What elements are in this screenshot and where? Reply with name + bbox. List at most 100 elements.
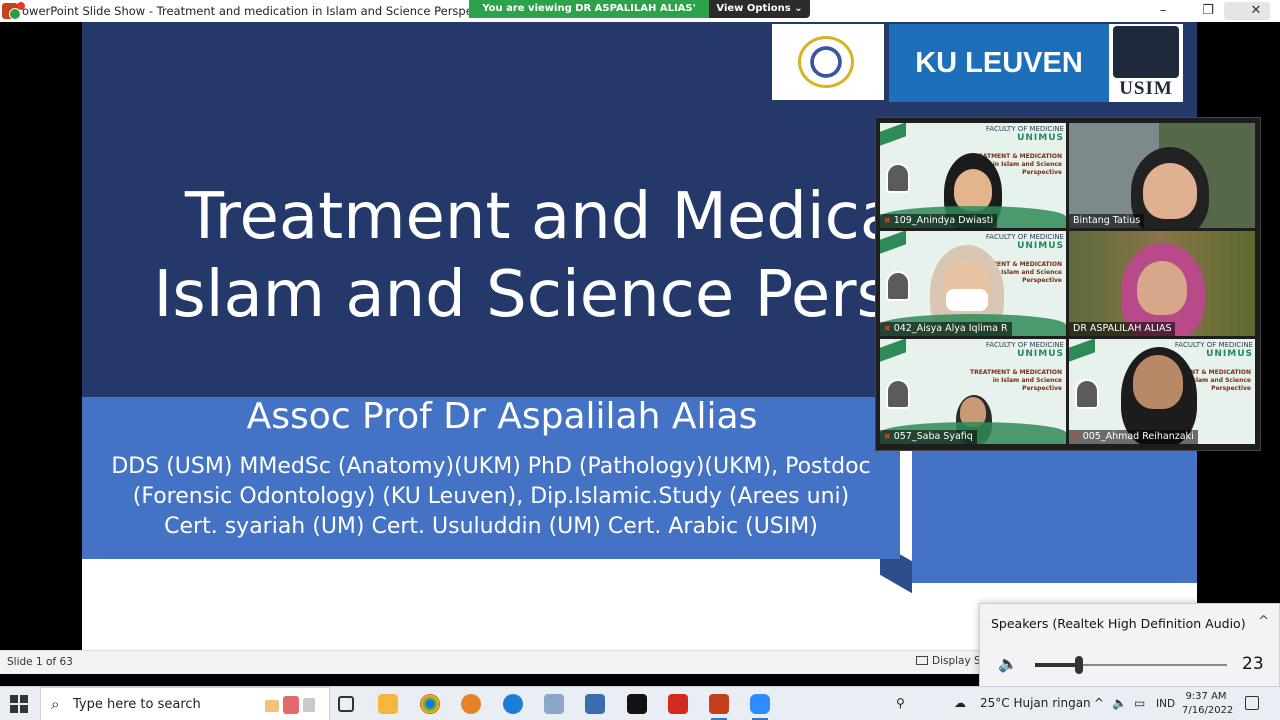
tile-uni-text: UNIMUS [1017,241,1064,251]
powerpoint-taskbar-icon[interactable] [709,694,729,714]
maximize-button[interactable]: ❐ [1188,0,1228,22]
minimize-button[interactable]: – [1143,0,1183,22]
speaker-icon[interactable]: 🔈 [998,654,1018,673]
input-language[interactable]: IND [1156,698,1175,710]
speaker-photo [886,271,910,301]
acrobat-icon[interactable] [668,694,688,714]
usim-logo: USIM [1109,24,1183,102]
weather-text[interactable]: 25°C Hujan ringan [980,696,1091,710]
edge-icon[interactable] [503,694,523,714]
search-icon: ⌕ [51,695,60,713]
chevron-up-icon[interactable]: ^ [1094,696,1104,710]
participant-name-text: 005_Ahmad Reihanzaki [1082,431,1194,442]
tile-topic-line-2: in Islam and Science [992,377,1062,384]
mic-muted-icon: ✖ [884,216,891,225]
screen-share-banner: You are viewing DR ASPALILAH ALIAS' scre… [469,0,709,32]
volume-level: 23 [1242,654,1264,674]
mic-muted-icon: ✖ [884,432,891,441]
slide-title-line-1: Treatment and Medica [184,180,900,254]
tile-decoration [880,339,906,362]
tile-decoration [880,123,906,146]
participant-face [954,169,992,211]
tile-topic-line-3: Perspective [1022,385,1062,392]
view-options-button[interactable]: View Options ⌄ [709,0,810,18]
tile-topic: TREATMENT & MEDICATION in Islam and Scien… [970,369,1062,393]
media-player-icon[interactable] [461,694,481,714]
participant-tile-active-speaker[interactable]: DR ASPALILAH ALIAS [1069,231,1255,336]
speaker-tray-icon[interactable]: 🔈 [1112,696,1127,710]
taskbar-search-box[interactable]: ⌕ Type here to search [40,687,330,720]
people-icon[interactable]: ⚲ [896,696,905,710]
network-icon[interactable]: ▭ [1134,696,1145,710]
app-icon[interactable] [544,694,564,714]
participant-tile[interactable]: FACULTY OF MEDICINE UNIMUS TREATMENT & ME… [1069,339,1255,444]
audio-device-name[interactable]: Speakers (Realtek High Definition Audio) [991,616,1246,631]
tile-slide-header: FACULTY OF MEDICINE UNIMUS [1175,341,1253,359]
display-settings-button[interactable]: Display Se [916,655,987,667]
terminal-icon[interactable] [627,694,647,714]
participant-tile[interactable]: FACULTY OF MEDICINE UNIMUS TREATMENT & ME… [880,231,1066,336]
slide-counter: Slide 1 of 63 [7,656,73,668]
screen: owerPoint Slide Show - Treatment and med… [0,0,1280,720]
mic-muted-icon: ✖ [1073,432,1080,441]
task-view-icon[interactable] [338,696,354,712]
university-logo [772,24,884,100]
windows-taskbar: ⌕ Type here to search ⚲ ☁ 25°C Hujan rin… [0,686,1280,720]
tile-decoration [880,231,906,254]
volume-slider[interactable] [1035,656,1227,674]
window-title: owerPoint Slide Show - Treatment and med… [22,4,501,18]
speaker-photo [886,379,910,409]
weather-icon[interactable]: ☁ [954,696,966,710]
usim-seal-icon [1113,26,1179,78]
speaker-photo [1075,379,1099,409]
speaker-photo [886,163,910,193]
participant-face [1137,261,1187,315]
participant-name-text: Bintang Tatius [1073,215,1141,226]
volume-slider-thumb[interactable] [1075,656,1084,674]
tile-slide-header: FACULTY OF MEDICINE UNIMUS [986,341,1064,359]
credentials-line-1: DDS (USM) MMedSc (Anatomy)(UKM) PhD (Pat… [111,454,871,479]
taskbar-clock[interactable]: 9:37 AM 7/16/2022 [1182,690,1234,718]
clock-time: 9:37 AM [1185,691,1227,702]
participant-tile[interactable]: FACULTY OF MEDICINE UNIMUS TREATMENT & ME… [880,123,1066,228]
tile-faculty-text: FACULTY OF MEDICINE [1174,341,1253,349]
participant-name: ✖ 057_Saba Syafiq [880,430,977,444]
window-title-bar: owerPoint Slide Show - Treatment and med… [0,0,1280,32]
file-explorer-icon[interactable] [378,694,398,714]
participant-name-text: DR ASPALILAH ALIAS [1073,323,1172,334]
tile-uni-text: UNIMUS [1017,349,1064,359]
usim-logo-text: USIM [1119,78,1173,99]
display-icon [916,656,928,665]
tile-faculty-text: FACULTY OF MEDICINE [985,233,1064,241]
university-emblem-icon [798,36,854,88]
participant-gallery[interactable]: FACULTY OF MEDICINE UNIMUS TREATMENT & ME… [875,117,1261,451]
participant-name: DR ASPALILAH ALIAS [1069,322,1176,336]
app-icon[interactable] [585,694,605,714]
chrome-icon[interactable] [420,694,440,714]
clock-date: 7/16/2022 [1182,705,1234,716]
tile-slide-header: FACULTY OF MEDICINE UNIMUS [986,125,1064,143]
participant-face [1143,163,1197,219]
zoom-icon[interactable] [750,694,770,714]
tile-faculty-text: FACULTY OF MEDICINE [985,341,1064,349]
participant-tile[interactable]: Bintang Tatius [1069,123,1255,228]
notification-center-icon[interactable] [1245,696,1259,710]
tile-topic-line-1: TREATMENT & MEDICATION [970,369,1062,376]
tile-slide-header: FACULTY OF MEDICINE UNIMUS [986,233,1064,251]
participant-name: ✖ 005_Ahmad Reihanzaki [1069,430,1198,444]
windows-start-icon[interactable] [10,695,28,713]
search-placeholder: Type here to search [73,697,201,712]
slide-author: Assoc Prof Dr Aspalilah Alias [246,396,758,437]
participant-face [1133,355,1183,409]
tile-uni-text: UNIMUS [1206,349,1253,359]
volume-flyout[interactable]: Speakers (Realtek High Definition Audio)… [979,603,1280,687]
tile-decoration [1069,339,1095,362]
search-highlight-icon [265,694,325,716]
slide-title-line-2: Islam and Science Persp [153,258,931,332]
close-button[interactable]: ✕ [1236,0,1276,22]
chevron-up-icon[interactable]: ^ [1258,614,1269,629]
credentials-line-2: (Forensic Odontology) (KU Leuven), Dip.I… [132,484,850,509]
credentials-line-3: Cert. syariah (UM) Cert. Usuluddin (UM) … [164,514,818,539]
participant-tile[interactable]: FACULTY OF MEDICINE UNIMUS TREATMENT & ME… [880,339,1066,444]
tile-faculty-text: FACULTY OF MEDICINE [985,125,1064,133]
